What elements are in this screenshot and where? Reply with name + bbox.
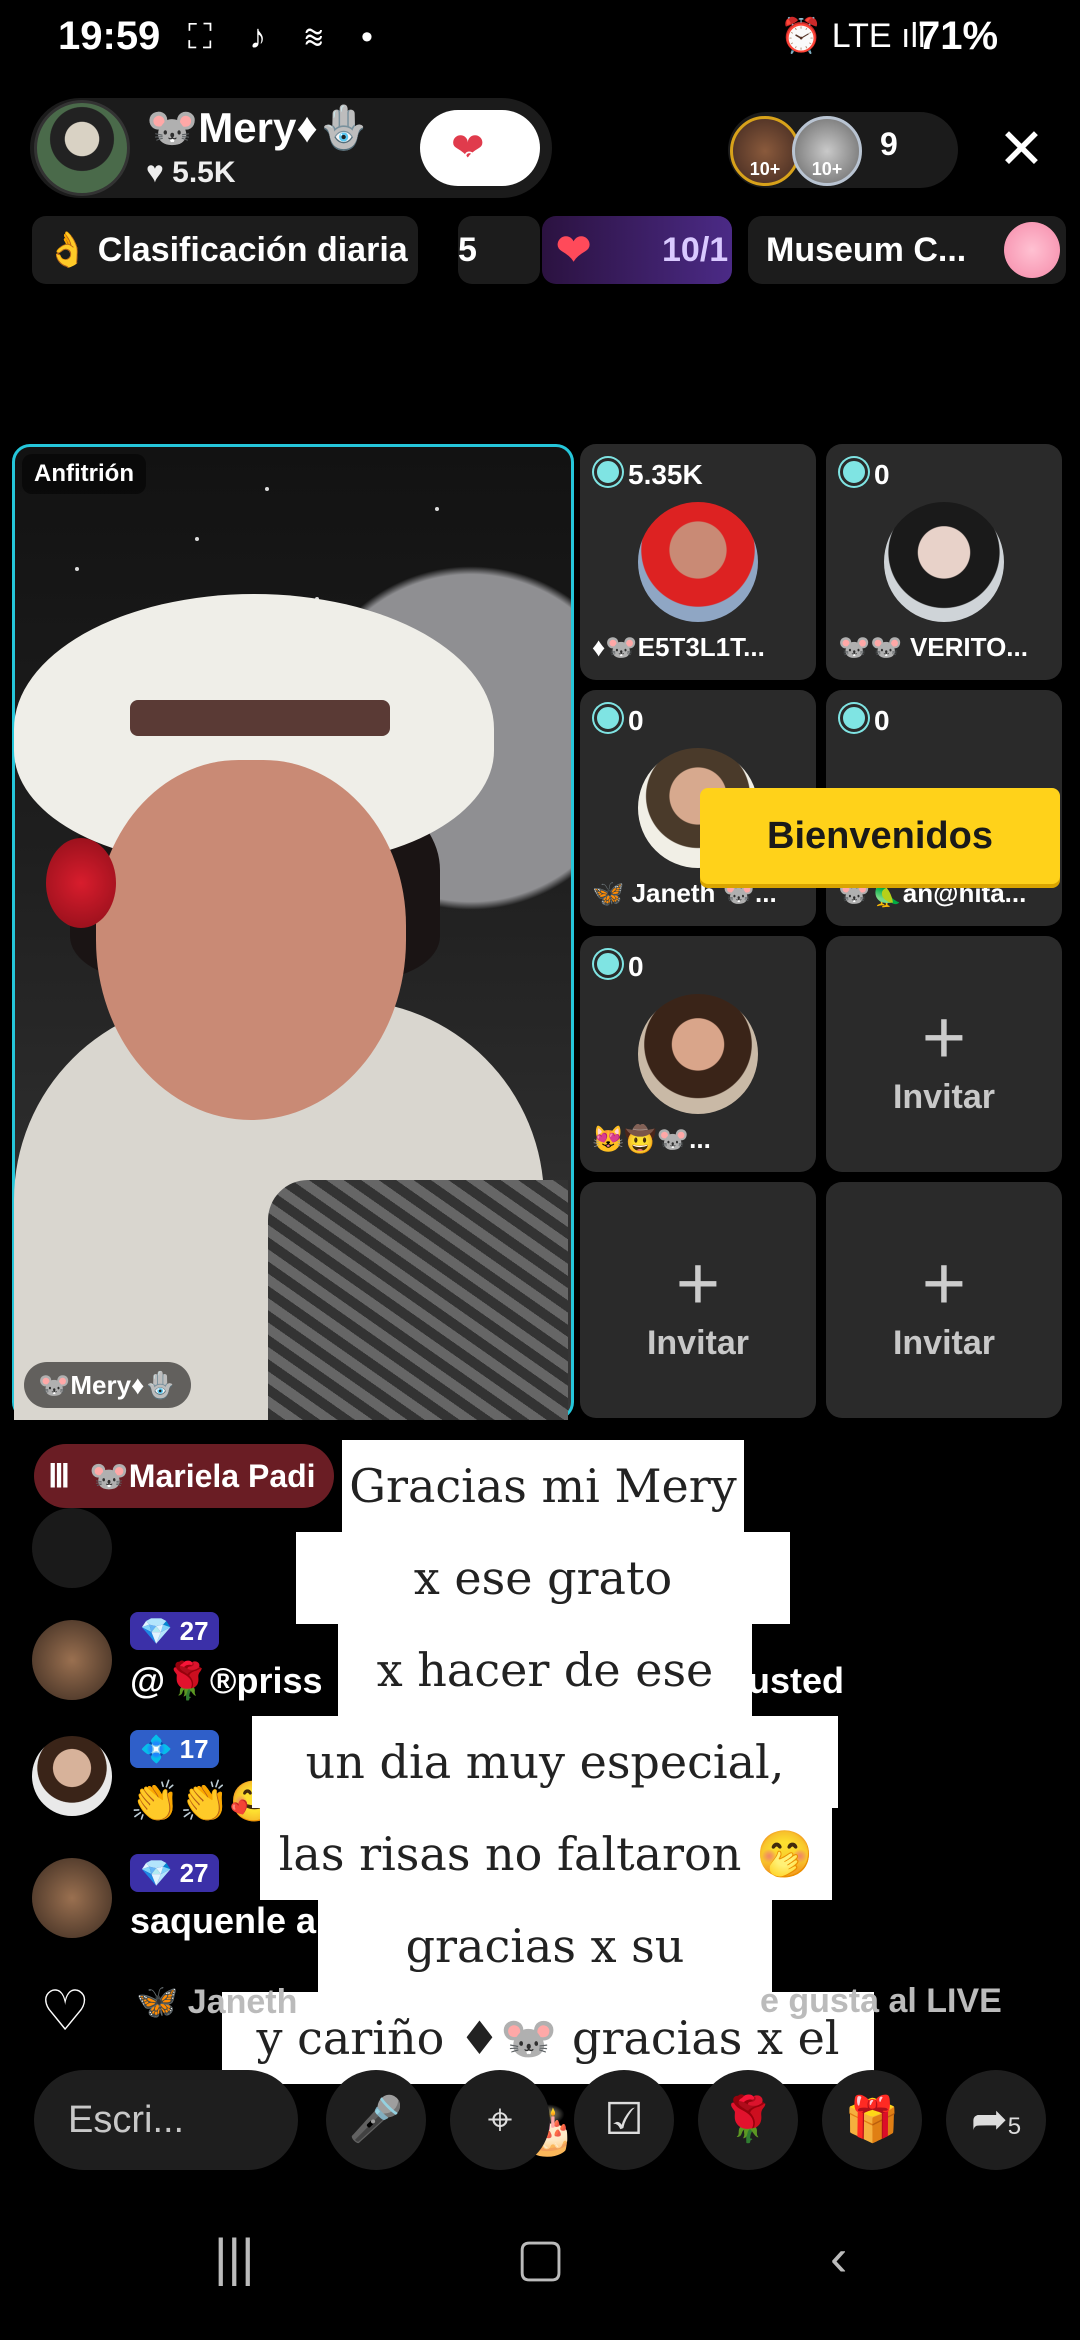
chat-avatar[interactable]	[32, 1858, 112, 1938]
viewer-count[interactable]: 9	[880, 126, 898, 163]
badge-level: 27	[179, 1616, 209, 1646]
heart-count: 36	[450, 147, 475, 172]
partial-chip[interactable]: 5	[458, 216, 540, 284]
guest-cell-5[interactable]: 0 😻🤠🐭...	[580, 936, 816, 1172]
plus-icon: +	[921, 1241, 967, 1326]
guest-cell-1[interactable]: 5.35K ♦🐭E5T3L1T...	[580, 444, 816, 680]
battery-percent: 71%	[918, 14, 999, 58]
chat-avatar[interactable]	[32, 1620, 112, 1700]
gifter-badge: 💠 17	[130, 1730, 219, 1768]
comment-placeholder: Escri...	[68, 2099, 185, 2141]
chat-avatar[interactable]	[32, 1508, 112, 1588]
host-role-label: Anfitrión	[22, 454, 146, 494]
viewer-avatar[interactable]: 10+	[792, 116, 862, 186]
badge-level: 17	[179, 1734, 209, 1764]
rose-gift-icon[interactable]: 🌹	[698, 2070, 798, 2170]
like-heart-icon[interactable]: ♡	[40, 1978, 106, 2042]
heart-gift-icon: ❤	[556, 226, 592, 273]
chat-message: @🌹®priss	[130, 1660, 323, 1701]
note-line-4: un dia muy especial, dond	[252, 1716, 838, 1881]
museum-chip[interactable]: Museum C...	[748, 216, 1066, 284]
note-line-3: x hacer de ese dia	[338, 1624, 752, 1789]
guest-score: 0	[840, 458, 890, 491]
invite-label: Invitar	[892, 1078, 996, 1116]
note-line-5: las risas no faltaron 🤭😂	[260, 1808, 832, 1973]
guest-score: 0	[594, 950, 644, 983]
share-icon[interactable]: ➦5	[946, 2070, 1046, 2170]
chat-message-tail: usted	[748, 1660, 845, 1701]
plus-icon: +	[675, 1241, 721, 1326]
chat-avatar[interactable]	[32, 1736, 112, 1816]
invite-slot[interactable]: + Invitar	[826, 936, 1062, 1172]
guest-name: 🐭🐭 VERITO...	[838, 632, 1028, 662]
invite-label: Invitar	[646, 1324, 750, 1362]
share-count: 5	[1007, 2113, 1022, 2140]
guest-avatar	[638, 502, 758, 622]
guest-score: 0	[840, 704, 890, 737]
location-icon[interactable]: ⌖	[450, 2070, 550, 2170]
guest-name: 😻🤠🐭...	[592, 1124, 711, 1154]
status-right-icons: ⏰ LTE ıll	[780, 17, 926, 55]
follow-heart-button[interactable]: ❤36	[420, 110, 540, 186]
host-name-tag[interactable]: 🐭Mery♦🪬	[24, 1362, 191, 1408]
host-avatar[interactable]	[34, 100, 130, 196]
flower-icon	[46, 838, 116, 928]
gift-goal-chip[interactable]: ❤ 10/1	[542, 216, 732, 284]
status-bar: 19:59 ⛶ ♪ ≋ • ⏰ LTE ıll 71%	[0, 0, 1080, 80]
recents-icon[interactable]: |||	[214, 2228, 255, 2288]
status-time: 19:59	[58, 14, 161, 58]
back-icon[interactable]: ‹	[830, 2228, 847, 2288]
gift-box-icon[interactable]: 🎁	[822, 2070, 922, 2170]
join-notice: 🦋 Janeth	[136, 1983, 298, 2021]
plus-icon: +	[921, 995, 967, 1080]
invite-label: Invitar	[892, 1324, 996, 1362]
note-line-2: x ese grato momento!!	[296, 1532, 790, 1697]
chat-user-name: 🐭Mariela Padi	[88, 1458, 316, 1494]
note-line-6: gracias x su amistad	[318, 1900, 772, 2065]
badge-level: 27	[179, 1858, 209, 1888]
invite-slot[interactable]: + Invitar	[826, 1182, 1062, 1418]
comment-input[interactable]: Escri...	[34, 2070, 298, 2170]
host-face	[96, 760, 406, 1120]
level-badge-icon: Ⅲ	[48, 1458, 71, 1494]
guest-score: 0	[594, 704, 644, 737]
museum-label: Museum C...	[766, 231, 967, 269]
chat-message: saquenle a	[130, 1900, 317, 1941]
gifter-badge: 💎 27	[130, 1612, 219, 1650]
hat-band	[130, 700, 390, 736]
guest-cell-2[interactable]: 0 🐭🐭 VERITO...	[826, 444, 1062, 680]
guest-avatar	[638, 994, 758, 1114]
gift-goal-progress: 10/1	[662, 231, 729, 269]
guest-score: 5.35K	[594, 458, 703, 491]
invite-slot[interactable]: + Invitar	[580, 1182, 816, 1418]
close-icon[interactable]: ✕	[998, 116, 1045, 182]
guest-avatar	[884, 502, 1004, 622]
host-name[interactable]: 🐭Mery♦🪬	[146, 104, 370, 153]
host-likes: ♥ 5.5K	[146, 156, 236, 189]
scarf	[268, 1180, 568, 1420]
note-line-1: Gracias mi Mery	[342, 1440, 744, 1532]
poll-icon[interactable]: ☑	[574, 2070, 674, 2170]
join-notice-tail: e gusta al LIVE	[760, 1982, 1002, 2020]
home-icon[interactable]: ▢	[516, 2228, 565, 2288]
icecream-icon	[1004, 222, 1060, 278]
welcome-sticker: Bienvenidos	[700, 788, 1060, 884]
chat-user-chip[interactable]: Ⅲ 🐭Mariela Padi	[34, 1444, 334, 1508]
status-left-icons: ⛶ ♪ ≋ •	[188, 18, 387, 56]
gifter-badge: 💎 27	[130, 1854, 219, 1892]
viewer-avatar[interactable]: 10+	[730, 116, 800, 186]
daily-ranking-chip[interactable]: 👌 Clasificación diaria	[32, 216, 418, 284]
mic-icon[interactable]: 🎤	[326, 2070, 426, 2170]
guest-name: ♦🐭E5T3L1T...	[592, 632, 765, 662]
